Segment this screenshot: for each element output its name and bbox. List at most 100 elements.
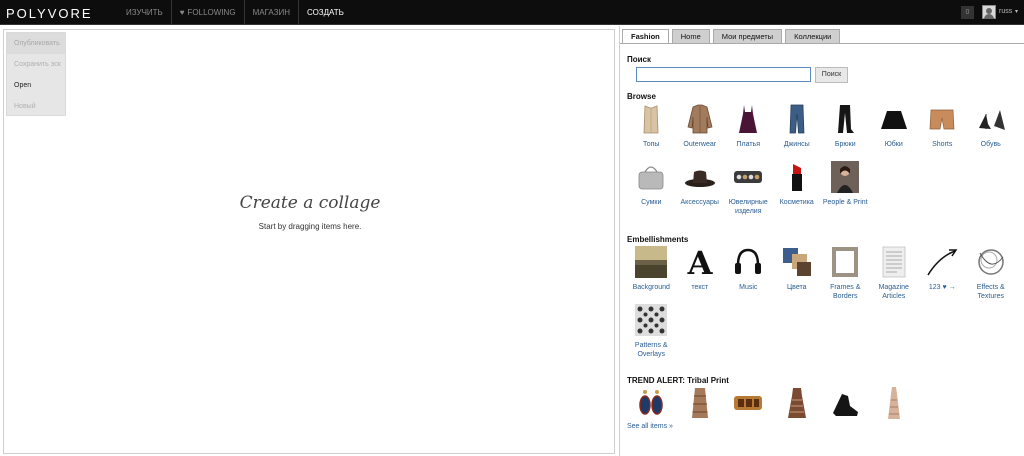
cell-label: Косметика <box>779 199 814 206</box>
browse-item-tops[interactable]: Топы <box>627 102 676 160</box>
browse-item-shoes[interactable]: Обувь <box>967 102 1016 160</box>
cell-label: текст <box>691 284 709 291</box>
tribal-dress-icon <box>787 388 806 418</box>
trend-item[interactable] <box>821 386 870 420</box>
emb-item-frames[interactable]: Frames & Borders <box>821 245 870 303</box>
browse-item-jewelry[interactable]: Ювелирные изделия <box>724 160 773 218</box>
browse-item-jeans[interactable]: Джинсы <box>773 102 822 160</box>
cell-label: Юбки <box>884 141 903 148</box>
browse-item-outerwear[interactable]: Outerwear <box>676 102 725 160</box>
main-nav: ИЗУЧИТЬ ♥ FOLLOWING МАГАЗИН СОЗДАТЬ <box>118 0 352 25</box>
shorts-icon <box>929 109 955 130</box>
search-button[interactable]: Поиск <box>815 67 848 83</box>
item-browser-panel: Fashion Home Мои предметы Коллекции Поис… <box>619 26 1024 456</box>
emb-item-magazine[interactable]: Magazine Articles <box>870 245 919 303</box>
browse-item-skirts[interactable]: Юбки <box>870 102 919 160</box>
tab-collections[interactable]: Коллекции <box>785 29 841 43</box>
trend-item[interactable] <box>773 386 822 420</box>
cell-label: Цвета <box>787 284 807 291</box>
tab-home[interactable]: Home <box>671 29 710 43</box>
nav-create[interactable]: СОЗДАТЬ <box>299 0 352 25</box>
canvas-title: Create a collage <box>239 193 381 213</box>
new-button[interactable]: Новый <box>7 96 65 117</box>
browse-item-accessories[interactable]: Аксессуары <box>676 160 725 218</box>
lipstick-icon <box>791 164 802 191</box>
browse-item-cosmetics[interactable]: Косметика <box>773 160 822 218</box>
trend-item[interactable] <box>724 386 773 420</box>
shoes-icon <box>978 110 1005 130</box>
emb-item-text[interactable]: A текст <box>676 245 725 303</box>
browse-title: Browse <box>627 92 656 101</box>
cell-label: Magazine Articles <box>878 284 909 300</box>
emb-item-colors[interactable]: Цвета <box>773 245 822 303</box>
earrings-icon <box>639 390 663 415</box>
person-icon <box>831 161 860 193</box>
embellishments-grid: Background A текст Music Цвета Frames & … <box>627 245 1022 361</box>
letter-a-icon: A <box>686 245 713 279</box>
emb-item-music[interactable]: Music <box>724 245 773 303</box>
cell-label: Сумки <box>641 199 662 206</box>
browse-item-people-print[interactable]: People & Print <box>821 160 870 218</box>
browse-item-bags[interactable]: Сумки <box>627 160 676 218</box>
see-all-link[interactable]: See all items » <box>627 423 673 430</box>
trend-item[interactable] <box>676 386 725 420</box>
cell-label: Джинсы <box>783 141 810 148</box>
svg-text:A: A <box>686 245 713 279</box>
trend-title: TREND ALERT: Tribal Print <box>627 376 729 385</box>
emb-item-background[interactable]: Background <box>627 245 676 303</box>
cell-label: Effects & Textures <box>976 284 1005 300</box>
top-bar: POLYVORE ИЗУЧИТЬ ♥ FOLLOWING МАГАЗИН СОЗД… <box>0 0 1024 25</box>
browse-item-pants[interactable]: Брюки <box>821 102 870 160</box>
canvas-menu: Опубликовать Сохранить эск Open Новый <box>6 32 66 116</box>
search-input[interactable] <box>636 67 811 82</box>
nav-following[interactable]: ♥ FOLLOWING <box>172 0 245 25</box>
cuff-icon <box>734 396 763 410</box>
nav-explore[interactable]: ИЗУЧИТЬ <box>118 0 172 25</box>
cell-label: Ювелирные изделия <box>728 199 768 215</box>
search-label: Поиск <box>627 55 652 64</box>
nav-shop[interactable]: МАГАЗИН <box>245 0 299 25</box>
cell-label: Shorts <box>932 141 953 148</box>
collage-canvas[interactable]: Опубликовать Сохранить эск Open Новый Cr… <box>3 29 615 454</box>
tab-fashion[interactable]: Fashion <box>622 29 669 44</box>
publish-button[interactable]: Опубликовать <box>7 33 65 54</box>
avatar[interactable] <box>982 5 996 19</box>
emb-item-effects[interactable]: Effects & Textures <box>967 245 1016 303</box>
browse-item-shorts[interactable]: Shorts <box>918 102 967 160</box>
trend-item[interactable] <box>627 386 676 420</box>
save-draft-button[interactable]: Сохранить эск <box>7 54 65 75</box>
cell-label: Outerwear <box>683 141 717 148</box>
cell-label: Patterns & Overlays <box>634 342 668 358</box>
cell-label: Обувь <box>980 141 1001 148</box>
trend-items <box>627 386 918 420</box>
skirt-icon <box>880 111 907 129</box>
tab-my-items[interactable]: Мои предметы <box>712 29 783 43</box>
tribal-skirt-icon <box>691 388 708 418</box>
effects-icon <box>978 249 1004 275</box>
embellishments-title: Embellishments <box>627 235 689 244</box>
chevron-down-icon[interactable]: ▾ <box>1015 8 1018 15</box>
browse-item-dresses[interactable]: Платья <box>724 102 773 160</box>
notification-badge[interactable]: 0 <box>961 6 974 19</box>
pattern-icon <box>635 304 668 336</box>
cell-label: People & Print <box>822 199 868 206</box>
jacket-icon <box>687 104 713 134</box>
user-name[interactable]: russ <box>999 8 1012 15</box>
trend-item[interactable] <box>870 386 919 420</box>
cell-label: Аксессуары <box>680 199 719 206</box>
emb-item-doodles[interactable]: 123 ♥ → <box>918 245 967 303</box>
headphones-icon <box>735 248 762 274</box>
cell-label: Music <box>739 284 758 291</box>
dress-icon <box>739 105 758 133</box>
polyvore-logo[interactable]: POLYVORE <box>6 6 93 21</box>
cell-label: Background <box>632 284 670 291</box>
emb-item-patterns[interactable]: Patterns & Overlays <box>627 303 676 361</box>
bracelet-icon <box>734 171 763 183</box>
canvas-subtitle: Start by dragging items here. <box>258 222 362 231</box>
open-button[interactable]: Open <box>7 75 65 96</box>
background-icon <box>635 246 668 278</box>
arrow-icon <box>927 249 958 276</box>
bag-icon <box>638 166 664 190</box>
tab-divider <box>620 43 1024 44</box>
maxi-dress-icon <box>887 387 900 419</box>
